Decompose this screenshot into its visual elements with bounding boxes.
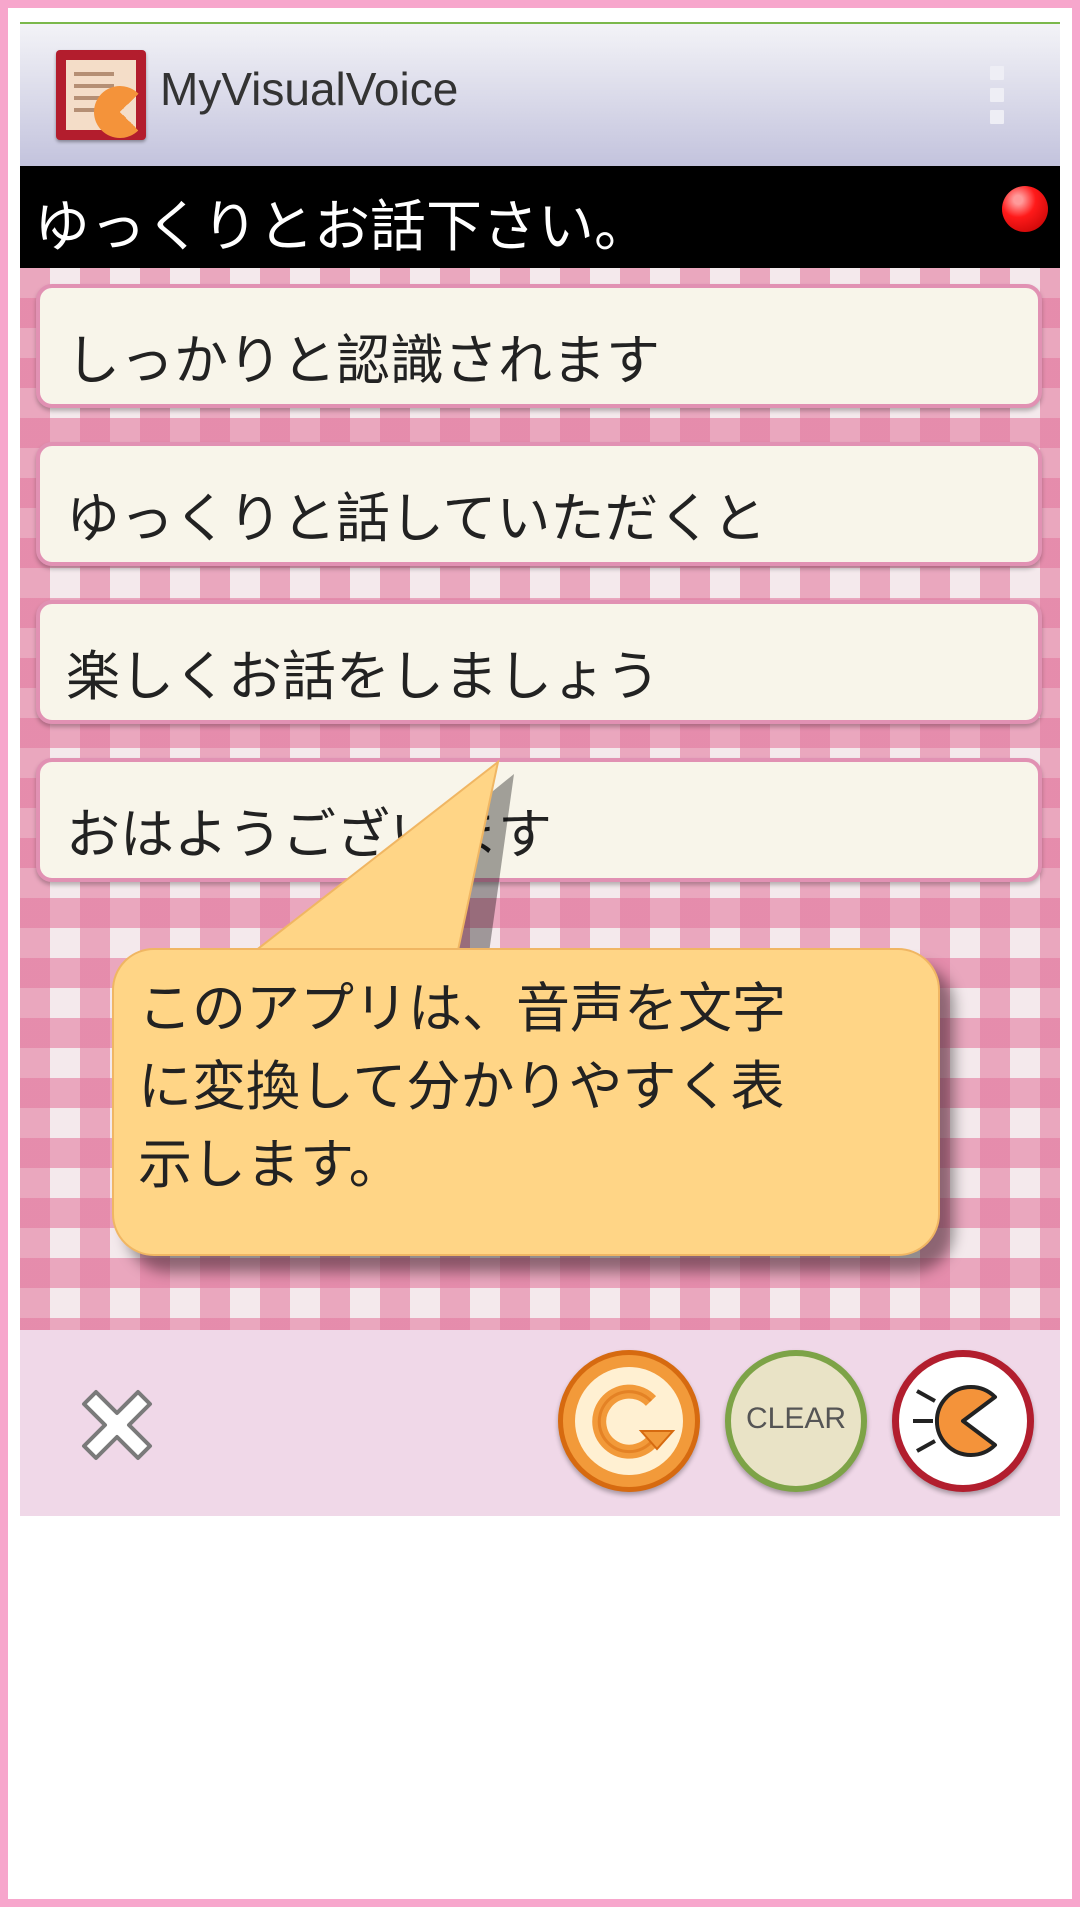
- close-icon: [82, 1390, 152, 1460]
- transcript-card[interactable]: 楽しくお話をしましょう: [36, 600, 1042, 724]
- replay-icon: [592, 1384, 676, 1459]
- bottom-toolbar: CLEAR: [20, 1330, 1060, 1516]
- tooltip-bubble: このアプリは、音声を文字 に変換して分かりやすく表 示します。: [112, 948, 940, 1256]
- transcript-text: しっかりと認識されます: [66, 329, 660, 392]
- transcript-card[interactable]: ゆっくりと話していただくと: [36, 442, 1042, 566]
- overflow-menu-icon[interactable]: [988, 66, 1008, 126]
- recording-indicator: [1002, 186, 1048, 232]
- transcript-card[interactable]: しっかりと認識されます: [36, 284, 1042, 408]
- transcript-text: おはようございます: [66, 803, 552, 866]
- status-message: ゆっくりとお話下さい。: [34, 195, 650, 260]
- speak-button[interactable]: [892, 1350, 1034, 1492]
- close-button[interactable]: [72, 1380, 162, 1470]
- app-bar: MyVisualVoice: [20, 24, 1060, 166]
- transcript-card[interactable]: おはようございます: [36, 758, 1042, 882]
- transcript-text: ゆっくりと話していただくと: [66, 487, 767, 550]
- clear-button[interactable]: CLEAR: [725, 1350, 867, 1492]
- transcript-text: 楽しくお話をしましょう: [66, 645, 660, 708]
- app-logo-icon: [56, 50, 146, 140]
- tooltip-line: このアプリは、音声を文字: [138, 977, 786, 1040]
- status-bar: ゆっくりとお話下さい。: [20, 166, 1060, 268]
- clear-label: CLEAR: [745, 1402, 847, 1435]
- speak-icon: [913, 1385, 997, 1457]
- tooltip-line: に変換して分かりやすく表: [138, 1055, 785, 1118]
- tooltip-line: 示します。: [138, 1133, 403, 1196]
- replay-button[interactable]: [558, 1350, 700, 1492]
- app-title: MyVisualVoice: [160, 63, 459, 115]
